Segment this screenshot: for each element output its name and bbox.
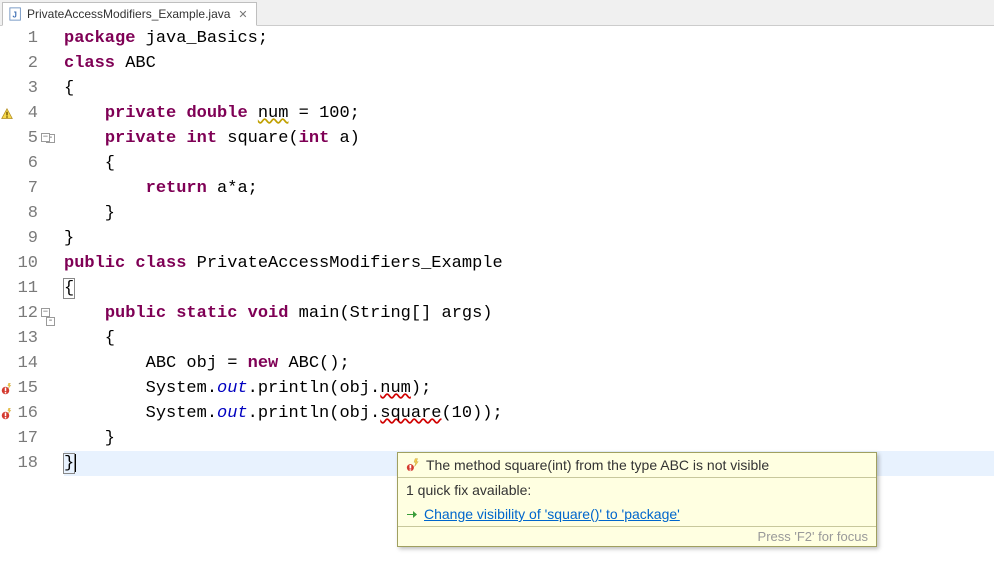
- java-file-icon: J: [9, 7, 23, 21]
- gutter-marker: [0, 326, 14, 351]
- line-number: 9: [14, 226, 38, 251]
- code-line[interactable]: {: [64, 276, 994, 301]
- line-number: 13: [14, 326, 38, 351]
- code-line[interactable]: return a*a;: [64, 176, 994, 201]
- code-line[interactable]: {: [64, 151, 994, 176]
- close-icon[interactable]: ✕: [238, 8, 247, 21]
- code-line[interactable]: public class PrivateAccessModifiers_Exam…: [64, 251, 994, 276]
- line-number: 2: [14, 51, 38, 76]
- code-line[interactable]: {: [64, 76, 994, 101]
- code-line[interactable]: private double num = 100;: [64, 101, 994, 126]
- line-number: 5−: [14, 126, 38, 151]
- gutter-marker: [0, 276, 14, 301]
- gutter-marker: [0, 126, 14, 151]
- code-line[interactable]: package java_Basics;: [64, 26, 994, 51]
- gutter-marker: [0, 451, 14, 476]
- line-number-gutter: 12345−6789101112−131415161718: [14, 26, 44, 492]
- gutter-marker: [0, 151, 14, 176]
- error-hover-popup: The method square(int) from the type ABC…: [397, 452, 877, 547]
- hover-quickfix-header: 1 quick fix available:: [398, 477, 876, 502]
- gutter-marker: [0, 51, 14, 76]
- line-number: 1: [14, 26, 38, 51]
- line-number: 4: [14, 101, 38, 126]
- fold-column: --: [44, 26, 60, 492]
- code-editor[interactable]: 12345−6789101112−131415161718 -- package…: [0, 26, 994, 492]
- code-area[interactable]: package java_Basics;class ABC{ private d…: [60, 26, 994, 492]
- error-bulb-icon: [1, 383, 13, 395]
- hover-error-row: The method square(int) from the type ABC…: [398, 453, 876, 477]
- marker-bar: [0, 26, 14, 492]
- gutter-marker: [0, 251, 14, 276]
- code-line[interactable]: System.out.println(obj.num);: [64, 376, 994, 401]
- quickfix-count-label: 1 quick fix available:: [406, 482, 531, 498]
- gutter-marker: [0, 76, 14, 101]
- gutter-marker: [0, 201, 14, 226]
- editor-tabbar: J PrivateAccessModifiers_Example.java ✕: [0, 0, 994, 26]
- gutter-marker: [0, 226, 14, 251]
- gutter-marker: [0, 351, 14, 376]
- fold-toggle-icon[interactable]: −: [41, 133, 50, 142]
- line-number: 7: [14, 176, 38, 201]
- gutter-marker[interactable]: [0, 376, 14, 401]
- line-number: 6: [14, 151, 38, 176]
- code-line[interactable]: }: [64, 226, 994, 251]
- code-line[interactable]: {: [64, 326, 994, 351]
- line-number: 18: [14, 451, 38, 476]
- gutter-marker: [0, 26, 14, 51]
- line-number: 16: [14, 401, 38, 426]
- line-number: 10: [14, 251, 38, 276]
- code-line[interactable]: class ABC: [64, 51, 994, 76]
- code-line[interactable]: private int square(int a): [64, 126, 994, 151]
- code-line[interactable]: System.out.println(obj.square(10));: [64, 401, 994, 426]
- quickfix-arrow-icon: [406, 508, 418, 520]
- fold-toggle-icon[interactable]: −: [41, 308, 50, 317]
- error-bulb-icon: [1, 408, 13, 420]
- code-line[interactable]: }: [64, 201, 994, 226]
- code-line[interactable]: }: [64, 426, 994, 451]
- error-bulb-icon: [406, 458, 420, 472]
- gutter-marker: [0, 426, 14, 451]
- gutter-marker: [0, 176, 14, 201]
- gutter-marker[interactable]: [0, 101, 14, 126]
- line-number: 17: [14, 426, 38, 451]
- tab-filename: PrivateAccessModifiers_Example.java: [27, 7, 230, 21]
- hover-footer: Press 'F2' for focus: [398, 526, 876, 546]
- quickfix-link[interactable]: Change visibility of 'square()' to 'pack…: [424, 506, 680, 522]
- gutter-marker: [0, 301, 14, 326]
- fold-toggle-icon[interactable]: -: [46, 317, 55, 326]
- warning-bulb-icon: [1, 108, 13, 120]
- hover-quickfix-item[interactable]: Change visibility of 'square()' to 'pack…: [398, 502, 876, 526]
- line-number: 11: [14, 276, 38, 301]
- code-line[interactable]: ABC obj = new ABC();: [64, 351, 994, 376]
- editor-tab[interactable]: J PrivateAccessModifiers_Example.java ✕: [2, 2, 257, 26]
- svg-text:J: J: [13, 11, 17, 20]
- hover-error-message: The method square(int) from the type ABC…: [426, 457, 769, 473]
- line-number: 3: [14, 76, 38, 101]
- gutter-marker[interactable]: [0, 401, 14, 426]
- line-number: 12−: [14, 301, 38, 326]
- line-number: 15: [14, 376, 38, 401]
- line-number: 8: [14, 201, 38, 226]
- code-line[interactable]: public static void main(String[] args): [64, 301, 994, 326]
- line-number: 14: [14, 351, 38, 376]
